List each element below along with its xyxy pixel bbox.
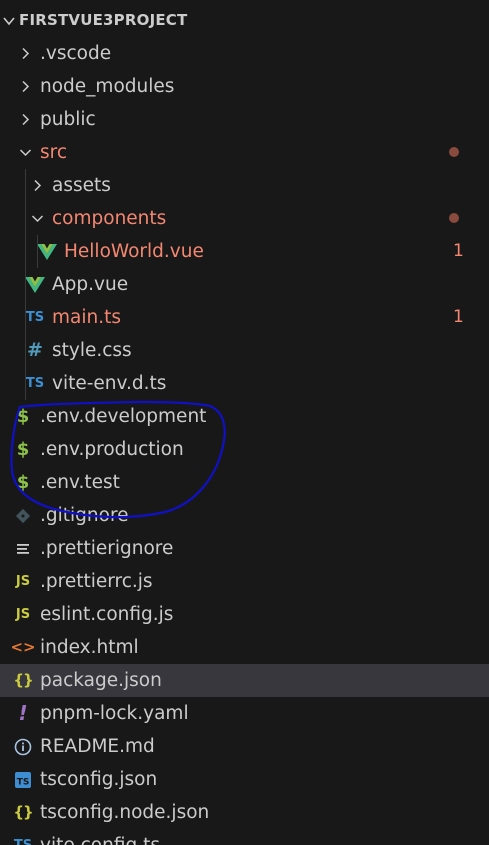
tree-item-label: README.md	[40, 736, 155, 757]
tree-file-package-json[interactable]: {} package.json	[0, 664, 489, 697]
tree-item-label: App.vue	[52, 274, 129, 295]
tree-item-label: vite.config.ts	[40, 829, 160, 845]
tree-item-label: .gitignore	[40, 505, 129, 526]
tree-folder-node-modules[interactable]: node_modules	[0, 70, 489, 103]
tree-file-readme-md[interactable]: README.md	[0, 730, 489, 763]
tree-item-label: package.json	[40, 670, 162, 691]
tree-file-main-ts[interactable]: TS main.ts 1	[0, 301, 489, 334]
chevron-right-icon[interactable]	[19, 80, 32, 93]
chevron-right-icon[interactable]	[19, 47, 32, 60]
tree-folder-assets[interactable]: assets	[0, 169, 489, 202]
explorer-header[interactable]: FIRSTVUE3PROJECT	[0, 4, 489, 37]
html-icon: <>	[10, 638, 36, 656]
indent-guide	[37, 235, 38, 268]
tree-folder-vscode[interactable]: .vscode	[0, 37, 489, 70]
ts-icon: TS	[11, 829, 35, 845]
tree-file-gitignore[interactable]: .gitignore	[0, 499, 489, 532]
tree-item-label: vite-env.d.ts	[52, 373, 167, 394]
tree-file-prettierrc-js[interactable]: JS .prettierrc.js	[0, 565, 489, 598]
tree-item-label: .prettierignore	[40, 538, 174, 559]
tree-folder-public[interactable]: public	[0, 103, 489, 136]
tree-item-label: eslint.config.js	[40, 604, 174, 625]
tree-file-env-development[interactable]: $ .env.development	[0, 400, 489, 433]
js-icon: JS	[15, 574, 31, 589]
lines-icon	[11, 532, 35, 565]
env-icon: $	[16, 406, 30, 427]
chevron-down-icon[interactable]	[2, 14, 16, 28]
tree-file-index-html[interactable]: <> index.html	[0, 631, 489, 664]
tree-file-tsconfig-node-json[interactable]: {} tsconfig.node.json	[0, 796, 489, 829]
chevron-down-icon[interactable]	[31, 212, 44, 225]
problem-count-badge: 1	[453, 241, 464, 261]
json-icon: {}	[13, 803, 33, 821]
env-icon: $	[16, 472, 30, 493]
tree-item-label: .prettierrc.js	[40, 571, 153, 592]
tree-file-env-test[interactable]: $ .env.test	[0, 466, 489, 499]
tree-item-label: .vscode	[40, 43, 112, 64]
tree-item-label: src	[40, 142, 68, 163]
tree-item-label: components	[52, 208, 167, 229]
tree-item-label: index.html	[40, 637, 139, 658]
tree-item-label: node_modules	[40, 76, 175, 97]
tree-item-label: tsconfig.node.json	[40, 802, 210, 823]
tree-file-pnpm-lock-yaml[interactable]: ! pnpm-lock.yaml	[0, 697, 489, 730]
tree-file-vite-env-d-ts[interactable]: TS vite-env.d.ts	[0, 367, 489, 400]
vue-icon	[23, 268, 47, 301]
tree-item-label: .env.development	[40, 406, 207, 427]
tree-item-label: HelloWorld.vue	[64, 241, 204, 262]
modified-dot	[449, 147, 459, 157]
yaml-icon: !	[18, 701, 28, 725]
svg-text:TS: TS	[17, 777, 30, 787]
tree-item-label: .env.production	[40, 439, 184, 460]
env-icon: $	[16, 439, 30, 460]
tree-file-prettierignore[interactable]: .prettierignore	[0, 532, 489, 565]
chevron-right-icon[interactable]	[31, 179, 44, 192]
chevron-right-icon[interactable]	[19, 113, 32, 126]
tree-file-vite-config-ts[interactable]: TS vite.config.ts	[0, 829, 489, 845]
tree-item-label: public	[40, 109, 96, 130]
project-title: FIRSTVUE3PROJECT	[19, 11, 188, 29]
modified-dot	[449, 213, 459, 223]
tree-item-label: style.css	[52, 340, 132, 361]
tree-item-label: pnpm-lock.yaml	[40, 703, 189, 724]
tree-file-eslint-config-js[interactable]: JS eslint.config.js	[0, 598, 489, 631]
tree-file-env-production[interactable]: $ .env.production	[0, 433, 489, 466]
json-icon: {}	[13, 671, 33, 689]
info-icon	[11, 730, 35, 763]
css-icon: #	[27, 339, 43, 361]
tree-file-tsconfig-json[interactable]: TS tsconfig.json	[0, 763, 489, 796]
ts-icon: TS	[25, 376, 45, 391]
tree-item-label: main.ts	[52, 307, 121, 328]
tree-item-label: tsconfig.json	[40, 769, 158, 790]
tree-item-label: .env.test	[40, 472, 120, 493]
tsconfig-icon: TS	[11, 763, 35, 796]
file-explorer: FIRSTVUE3PROJECT .vscode node_modulespubl…	[0, 0, 489, 845]
vue-icon	[35, 235, 59, 268]
git-icon	[11, 499, 35, 532]
tree-file-app-vue[interactable]: App.vue	[0, 268, 489, 301]
ts-icon: TS	[25, 310, 45, 325]
chevron-down-icon[interactable]	[19, 146, 32, 159]
js-icon: JS	[15, 607, 31, 622]
problem-count-badge: 1	[453, 307, 464, 327]
indent-guide	[25, 169, 26, 400]
tree-item-label: assets	[52, 175, 111, 196]
tree-folder-components[interactable]: components	[0, 202, 489, 235]
tree-file-helloworld-vue[interactable]: HelloWorld.vue 1	[0, 235, 489, 268]
tree-file-style-css[interactable]: # style.css	[0, 334, 489, 367]
tree-folder-src[interactable]: src	[0, 136, 489, 169]
